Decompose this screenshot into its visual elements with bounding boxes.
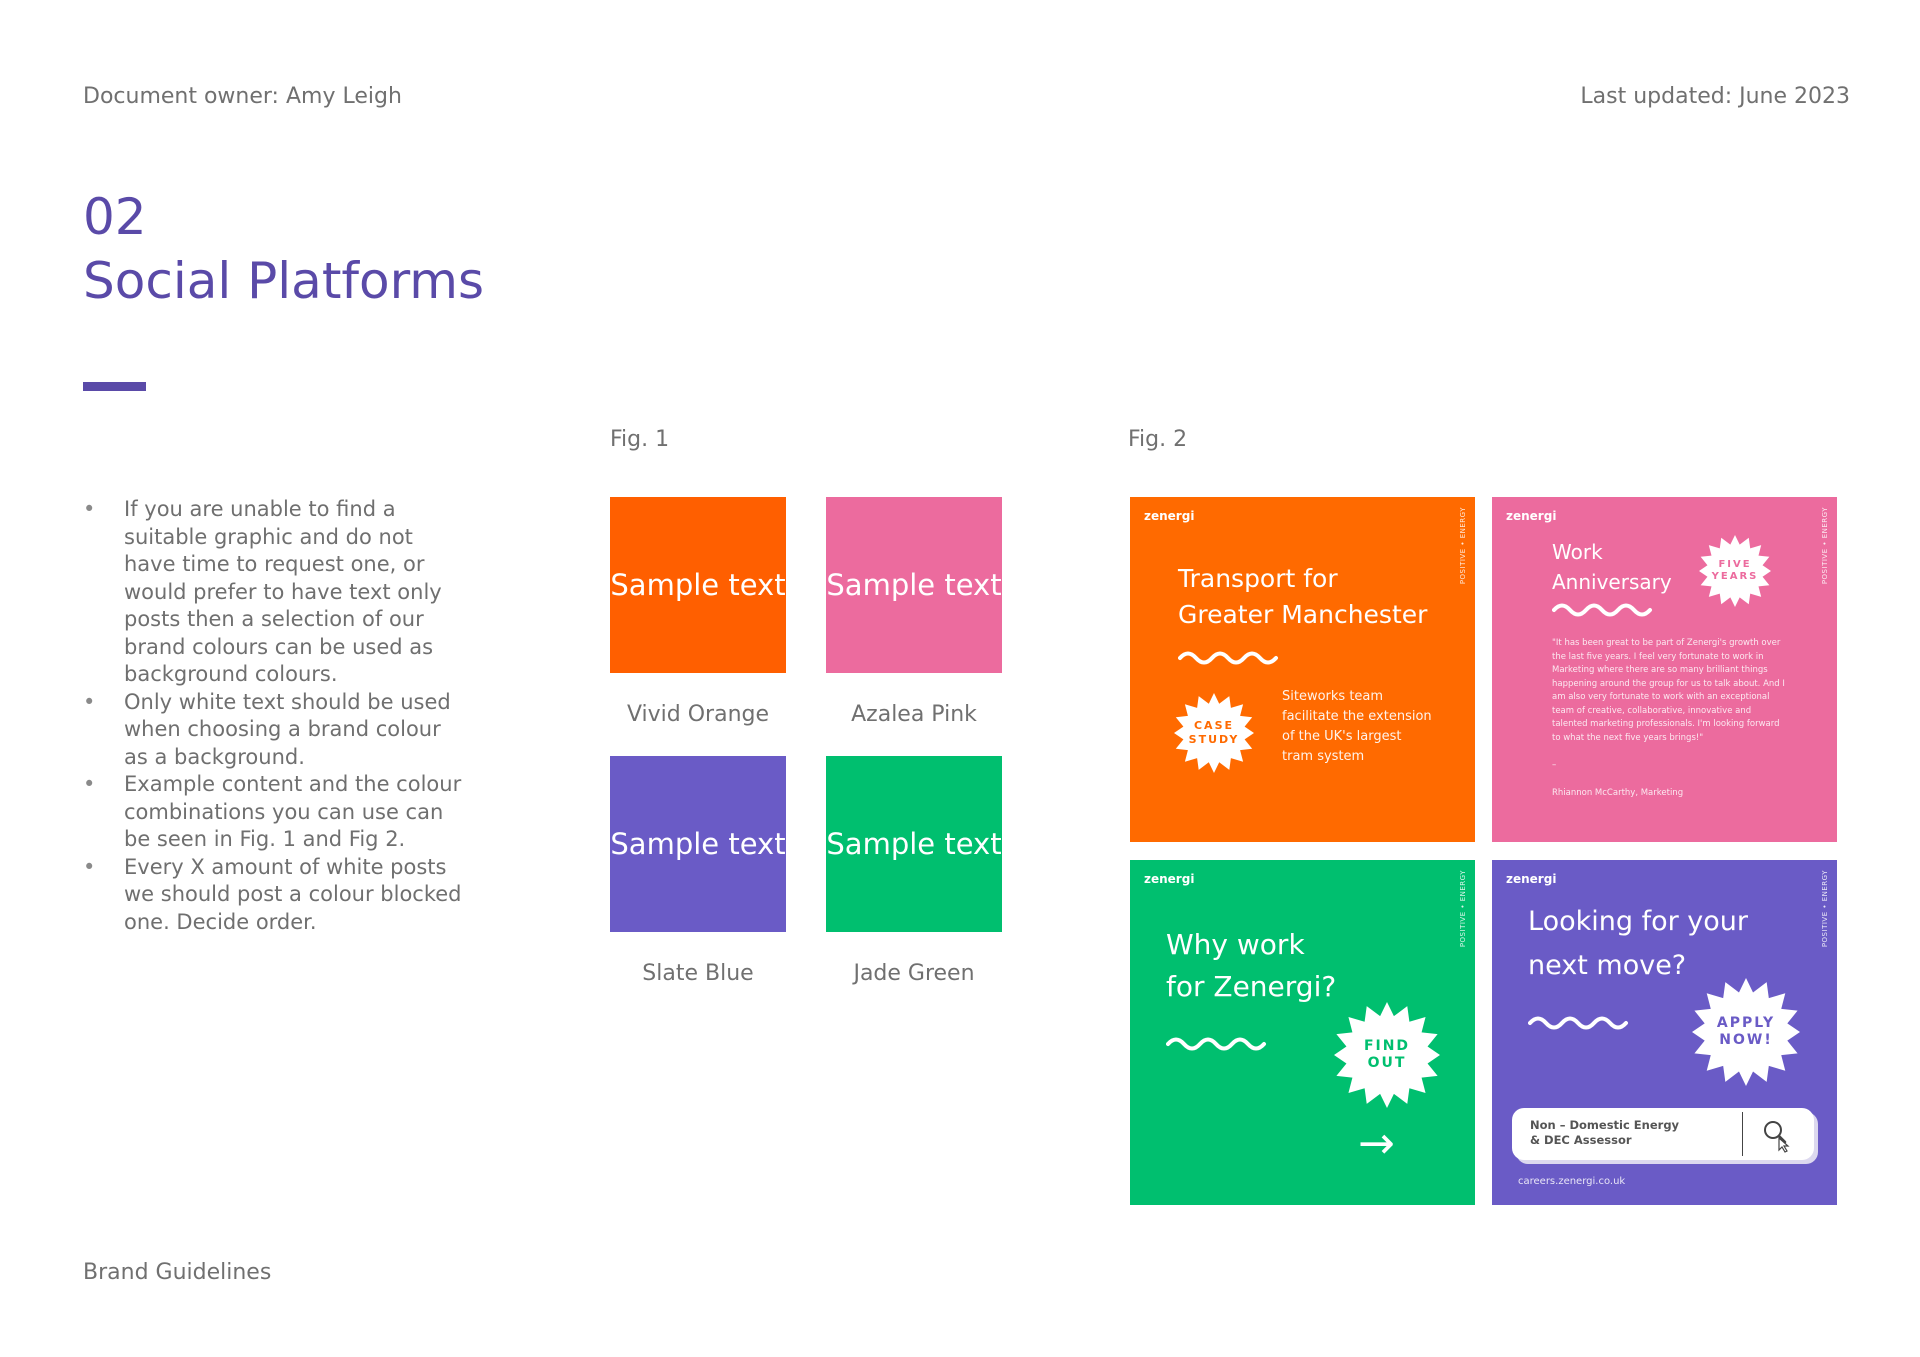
fig2-label: Fig. 2 — [1128, 427, 1188, 452]
squiggle-icon — [1552, 603, 1652, 617]
headline-line: Work — [1552, 540, 1603, 564]
badge-line: OUT — [1367, 1055, 1407, 1071]
headline-line: Looking for your — [1528, 906, 1748, 937]
swatch-name: Vivid Orange — [626, 702, 770, 727]
guidance-bullet-list: If you are unable to find a suitable gra… — [83, 496, 463, 936]
bullet-item: Every X amount of white posts we should … — [83, 854, 463, 937]
social-post-next-move: zenergi POSITIVE • ENERGY Looking for yo… — [1492, 860, 1837, 1205]
quote-text: "It has been great to be part of Zenergi… — [1552, 638, 1785, 743]
swatch-slate-blue: Sample text — [610, 756, 786, 932]
swatch-sample-text: Sample text — [610, 827, 786, 861]
badge-text: FIND OUT — [1334, 1002, 1440, 1108]
positive-energy-tag: POSITIVE • ENERGY — [1821, 507, 1829, 585]
swatch-name: Azalea Pink — [851, 702, 977, 727]
search-divider — [1742, 1112, 1743, 1156]
positive-energy-tag: POSITIVE • ENERGY — [1459, 870, 1467, 948]
squiggle-icon — [1166, 1037, 1266, 1051]
badge-line: APPLY — [1716, 1014, 1776, 1031]
zenergi-logo: zenergi — [1506, 509, 1557, 523]
headline-line: Greater Manchester — [1178, 600, 1428, 629]
swatch-sample-text: Sample text — [826, 568, 1002, 602]
social-post-case-study: zenergi POSITIVE • ENERGY Transport for … — [1130, 497, 1475, 842]
badge-text: FIVE YEARS — [1699, 535, 1771, 607]
section-number: 02 — [83, 188, 147, 246]
badge-line: NOW! — [1719, 1032, 1773, 1048]
swatch-name: Jade Green — [853, 961, 975, 986]
badge-line: FIND — [1363, 1037, 1411, 1054]
careers-url: careers.zenergi.co.uk — [1518, 1176, 1626, 1187]
swatch-sample-text: Sample text — [826, 827, 1002, 861]
swatch-jade-green: Sample text — [826, 756, 1002, 932]
headline-line: Anniversary — [1552, 570, 1672, 594]
body-line: tram system — [1282, 749, 1365, 764]
zenergi-logo: zenergi — [1506, 872, 1557, 886]
positive-energy-tag: POSITIVE • ENERGY — [1459, 507, 1467, 585]
swatch-azalea-pink: Sample text — [826, 497, 1002, 673]
positive-energy-tag: POSITIVE • ENERGY — [1821, 870, 1829, 948]
post-headline: Why work for Zenergi? — [1166, 924, 1336, 1008]
swatch-vivid-orange: Sample text — [610, 497, 786, 673]
body-line: facilitate the extension — [1282, 709, 1432, 724]
fig1-label: Fig. 1 — [610, 427, 670, 452]
body-line: of the UK's largest — [1282, 729, 1402, 744]
search-icon — [1764, 1121, 1790, 1153]
social-post-work-anniversary: zenergi POSITIVE • ENERGY Work Anniversa… — [1492, 497, 1837, 842]
quote-attribution: Rhiannon McCarthy, Marketing — [1552, 788, 1684, 798]
zenergi-logo: zenergi — [1144, 872, 1195, 886]
bullet-item: Example content and the colour combinati… — [83, 771, 463, 854]
post-headline: Looking for your next move? — [1528, 900, 1748, 988]
body-line: Siteworks team — [1282, 689, 1384, 704]
document-owner: Document owner: Amy Leigh — [83, 84, 402, 109]
badge-line: FIVE — [1718, 558, 1752, 570]
swatch-sample-text: Sample text — [610, 568, 786, 602]
headline-line: for Zenergi? — [1166, 970, 1337, 1003]
badge-line: YEARS — [1711, 571, 1759, 582]
bullet-item: Only white text should be used when choo… — [83, 689, 463, 772]
footer-brand-guidelines: Brand Guidelines — [83, 1260, 272, 1285]
zenergi-logo: zenergi — [1144, 509, 1195, 523]
starburst-badge-icon: CASE STUDY — [1174, 693, 1254, 773]
badge-line: CASE — [1193, 719, 1235, 733]
starburst-badge-icon: FIND OUT — [1334, 1002, 1440, 1108]
bullet-item: If you are unable to find a suitable gra… — [83, 496, 463, 689]
search-query: Non – Domestic Energy & DEC Assessor — [1530, 1118, 1730, 1148]
quote-dash: – — [1552, 760, 1557, 770]
last-updated: Last updated: June 2023 — [1580, 84, 1850, 109]
headline-line: Why work — [1166, 928, 1305, 961]
page-title: Social Platforms — [83, 252, 485, 310]
arrow-right-icon: → — [1358, 1118, 1395, 1169]
swatch-name: Slate Blue — [642, 961, 754, 986]
search-line: & DEC Assessor — [1530, 1133, 1632, 1147]
squiggle-icon — [1178, 651, 1278, 665]
title-underline-divider — [83, 382, 146, 391]
squiggle-icon — [1528, 1016, 1628, 1030]
post-body: Siteworks team facilitate the extension … — [1282, 687, 1432, 767]
badge-text: CASE STUDY — [1174, 693, 1254, 773]
search-line: Non – Domestic Energy — [1530, 1118, 1680, 1132]
post-headline: Transport for Greater Manchester — [1178, 561, 1427, 633]
badge-text: APPLY NOW! — [1692, 978, 1800, 1086]
job-search-box: Non – Domestic Energy & DEC Assessor — [1512, 1108, 1814, 1160]
headline-line: Transport for — [1178, 564, 1338, 593]
social-post-why-work: zenergi POSITIVE • ENERGY Why work for Z… — [1130, 860, 1475, 1205]
starburst-badge-icon: APPLY NOW! — [1692, 978, 1800, 1086]
post-headline: Work Anniversary — [1552, 537, 1672, 597]
badge-line: STUDY — [1188, 733, 1240, 746]
starburst-badge-icon: FIVE YEARS — [1699, 535, 1771, 607]
